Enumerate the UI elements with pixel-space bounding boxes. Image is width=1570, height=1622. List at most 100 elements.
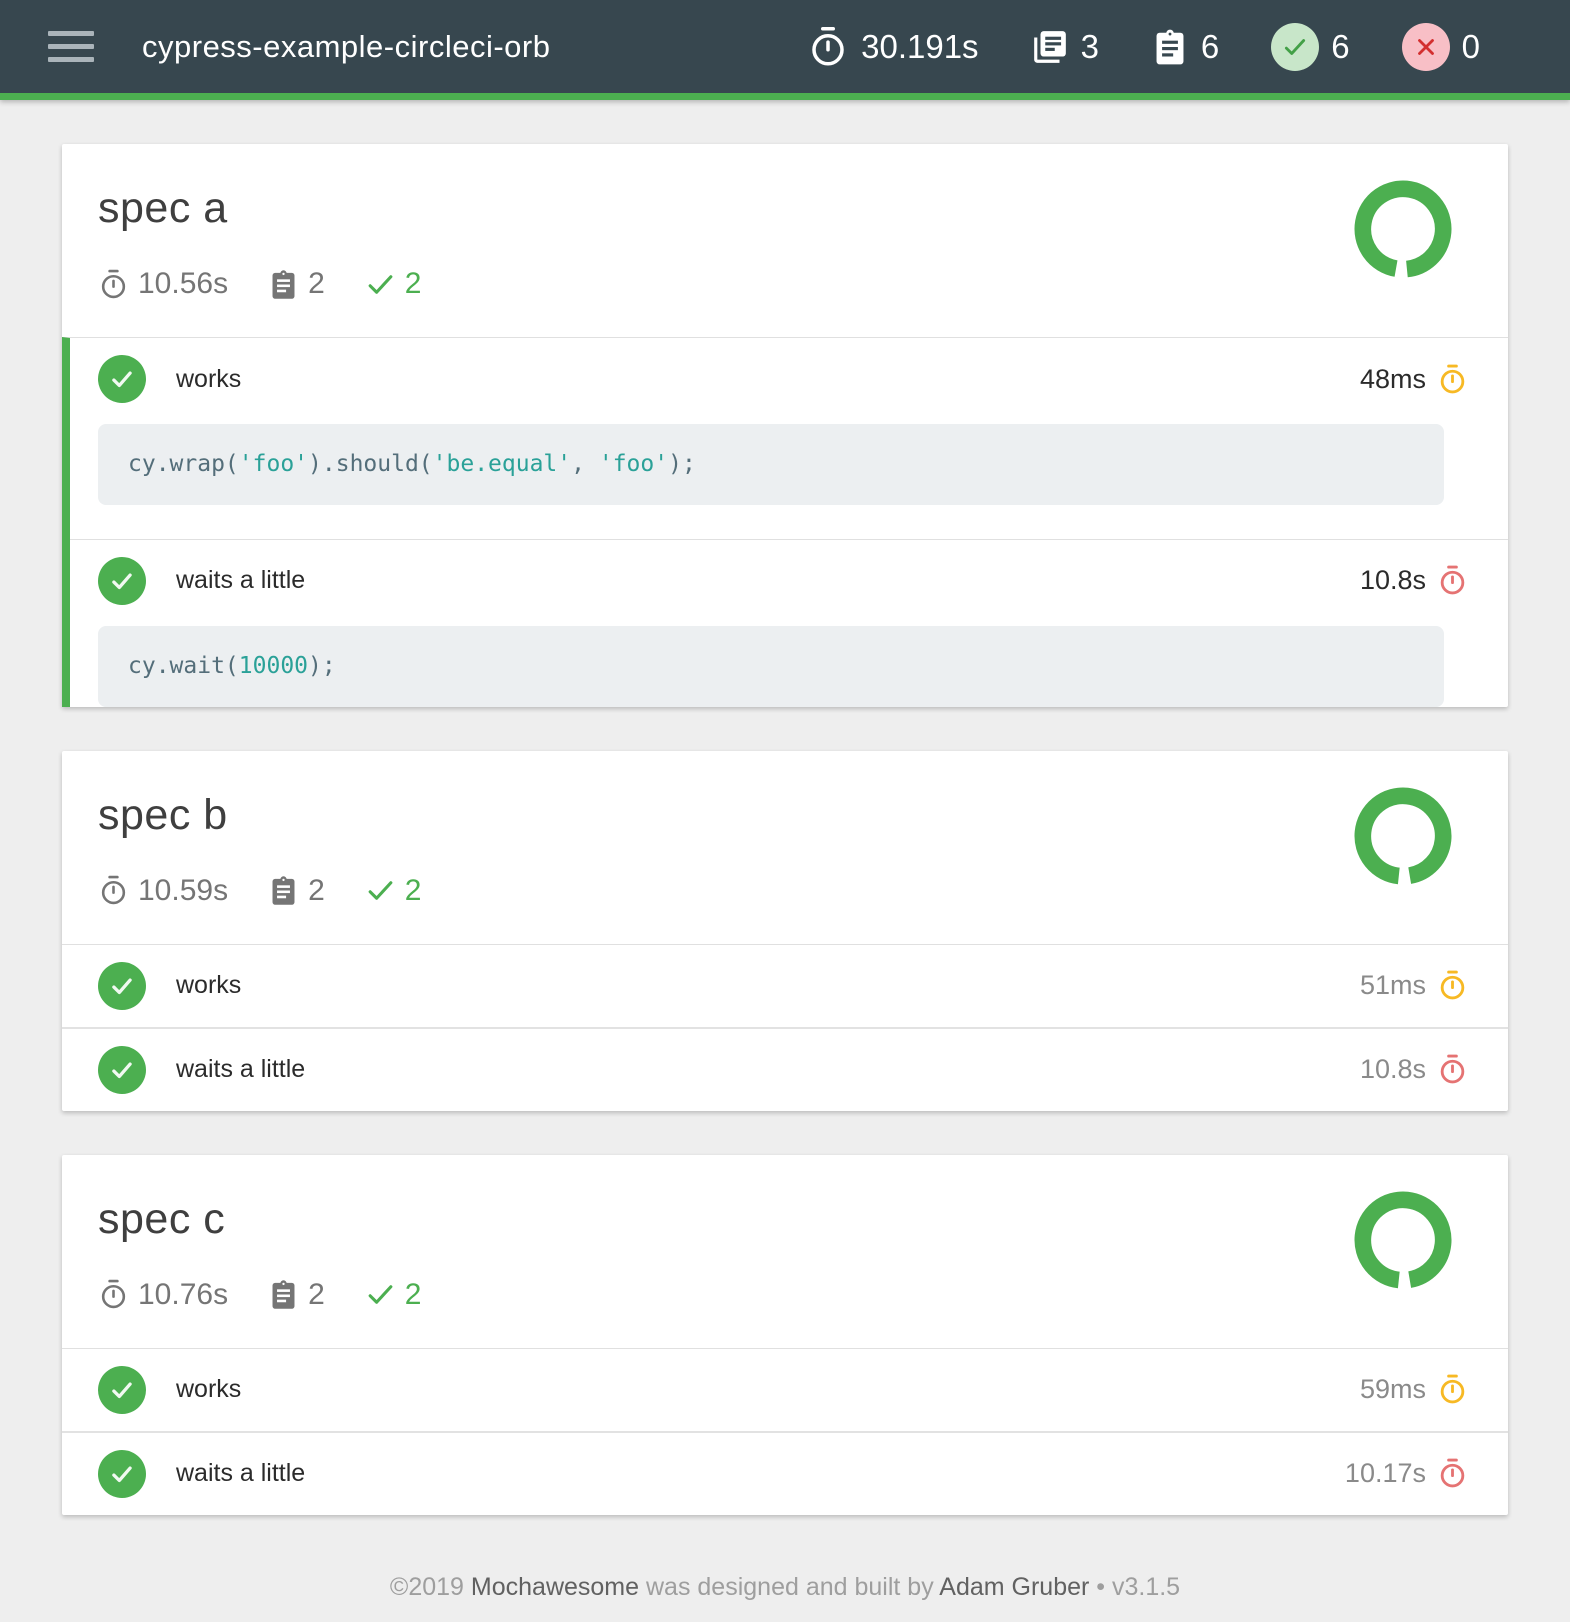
- footer-brand-link[interactable]: Mochawesome: [471, 1573, 639, 1601]
- total-failures: 0: [1462, 28, 1480, 66]
- stopwatch-medium-icon: [1437, 364, 1468, 395]
- test-row-works[interactable]: works 59ms: [62, 1349, 1508, 1431]
- suites-icon: [1031, 28, 1069, 66]
- stat-tests: 6: [1151, 28, 1219, 66]
- stat-suites: 3: [1031, 28, 1099, 66]
- total-suites: 3: [1081, 28, 1099, 66]
- suite-test-count: 2: [268, 267, 325, 301]
- suite-meta: 10.56s 2 2: [98, 267, 1472, 301]
- test-pass-icon: [98, 1046, 146, 1094]
- test-item: waits a little 10.8s cy.wait(10000);: [70, 539, 1508, 707]
- stopwatch-medium-icon: [1437, 970, 1468, 1001]
- test-item: waits a little 10.17s: [62, 1431, 1508, 1515]
- stopwatch-icon: [98, 1279, 129, 1310]
- suite-meta: 10.76s 2 2: [98, 1278, 1472, 1312]
- test-row-works[interactable]: works 51ms: [62, 945, 1508, 1027]
- test-name: waits a little: [176, 1055, 305, 1084]
- test-pass-icon: [98, 1366, 146, 1414]
- menu-icon[interactable]: [48, 31, 94, 62]
- failures-badge-icon: [1402, 23, 1450, 71]
- navbar: cypress-example-circleci-orb 30.191s 3: [0, 0, 1570, 100]
- pass-percent-donut-chart: [1354, 1191, 1452, 1289]
- footer-copyright: ©2019: [390, 1573, 471, 1601]
- check-icon: [365, 269, 396, 300]
- suite-title: spec a: [98, 184, 1472, 233]
- suite-pass-count: 2: [365, 267, 422, 301]
- pass-percent-donut-chart: [1354, 180, 1452, 278]
- test-duration: 10.8s: [1360, 565, 1468, 596]
- stopwatch-icon: [98, 269, 129, 300]
- test-duration: 51ms: [1360, 970, 1468, 1001]
- test-code-snippet: cy.wait(10000);: [98, 626, 1444, 707]
- stat-duration: 30.191s: [807, 26, 978, 68]
- test-list: works 59ms waits a little 10.17s: [62, 1348, 1508, 1515]
- suite-card-spec-b: spec b 10.59s 2 2: [62, 751, 1508, 1111]
- stat-failures: 0: [1402, 23, 1480, 71]
- passes-badge-icon: [1271, 23, 1319, 71]
- report-title: cypress-example-circleci-orb: [142, 29, 550, 65]
- footer: ©2019 Mochawesome was designed and built…: [62, 1573, 1508, 1622]
- stopwatch-icon: [807, 26, 849, 68]
- test-name: works: [176, 365, 241, 394]
- test-name: waits a little: [176, 566, 305, 595]
- test-item: waits a little 10.8s: [62, 1027, 1508, 1111]
- suite-duration: 10.56s: [98, 267, 228, 301]
- test-name: waits a little: [176, 1459, 305, 1488]
- test-pass-icon: [98, 1450, 146, 1498]
- suite-meta: 10.59s 2 2: [98, 874, 1472, 908]
- check-icon: [365, 1279, 396, 1310]
- test-row-works[interactable]: works 48ms: [70, 338, 1508, 420]
- tests-icon: [268, 1279, 299, 1310]
- suite-title: spec c: [98, 1195, 1472, 1244]
- test-row-waits-a-little[interactable]: waits a little 10.17s: [62, 1433, 1508, 1515]
- test-item: works 51ms: [62, 945, 1508, 1027]
- test-code-snippet: cy.wrap('foo').should('be.equal', 'foo')…: [98, 424, 1444, 505]
- test-row-waits-a-little[interactable]: waits a little 10.8s: [70, 540, 1508, 622]
- suite-header: spec a 10.56s 2 2: [62, 144, 1508, 337]
- footer-middle-text: was designed and built by: [639, 1573, 939, 1601]
- suite-header: spec c 10.76s 2 2: [62, 1155, 1508, 1348]
- suite-duration: 10.59s: [98, 874, 228, 908]
- test-duration: 10.8s: [1360, 1054, 1468, 1085]
- check-icon: [365, 875, 396, 906]
- test-item: works 48ms cy.wrap('foo').should('be.equ…: [70, 338, 1508, 505]
- test-row-waits-a-little[interactable]: waits a little 10.8s: [62, 1029, 1508, 1111]
- suite-card-spec-a: spec a 10.56s 2 2: [62, 144, 1508, 707]
- test-name: works: [176, 971, 241, 1000]
- test-duration: 10.17s: [1345, 1458, 1468, 1489]
- stopwatch-slow-icon: [1437, 1054, 1468, 1085]
- stopwatch-slow-icon: [1437, 1458, 1468, 1489]
- test-duration: 59ms: [1360, 1374, 1468, 1405]
- suite-duration: 10.76s: [98, 1278, 228, 1312]
- test-pass-icon: [98, 962, 146, 1010]
- test-pass-icon: [98, 355, 146, 403]
- test-list: works 48ms cy.wrap('foo').should('be.equ…: [62, 337, 1508, 707]
- stopwatch-icon: [98, 875, 129, 906]
- test-pass-icon: [98, 557, 146, 605]
- report-body: spec a 10.56s 2 2: [62, 100, 1508, 1622]
- suite-test-count: 2: [268, 874, 325, 908]
- suite-test-count: 2: [268, 1278, 325, 1312]
- suite-header: spec b 10.59s 2 2: [62, 751, 1508, 944]
- tests-icon: [1151, 28, 1189, 66]
- suite-pass-count: 2: [365, 874, 422, 908]
- test-name: works: [176, 1375, 241, 1404]
- tests-icon: [268, 875, 299, 906]
- suite-title: spec b: [98, 791, 1472, 840]
- test-duration: 48ms: [1360, 364, 1468, 395]
- footer-author-link[interactable]: Adam Gruber: [939, 1573, 1089, 1601]
- test-item: works 59ms: [62, 1349, 1508, 1431]
- pass-percent-donut-chart: [1354, 787, 1452, 885]
- tests-icon: [268, 269, 299, 300]
- stopwatch-medium-icon: [1437, 1374, 1468, 1405]
- total-tests: 6: [1201, 28, 1219, 66]
- suite-pass-count: 2: [365, 1278, 422, 1312]
- total-duration: 30.191s: [861, 28, 978, 66]
- footer-version: • v3.1.5: [1089, 1573, 1180, 1601]
- total-passes: 6: [1331, 28, 1349, 66]
- navbar-stats: 30.191s 3 6: [807, 23, 1480, 71]
- test-list: works 51ms waits a little 10.8s: [62, 944, 1508, 1111]
- stat-passes: 6: [1271, 23, 1349, 71]
- stopwatch-slow-icon: [1437, 565, 1468, 596]
- suite-card-spec-c: spec c 10.76s 2 2: [62, 1155, 1508, 1515]
